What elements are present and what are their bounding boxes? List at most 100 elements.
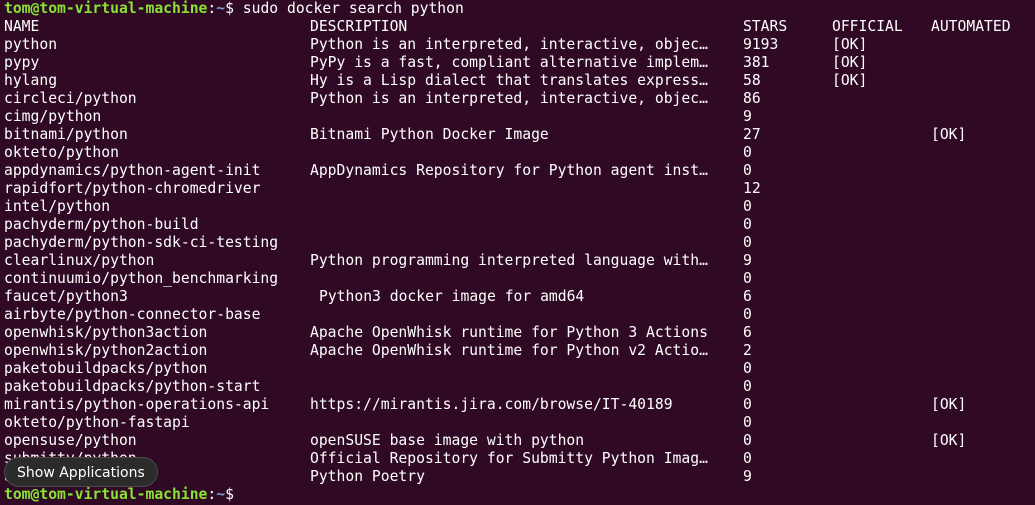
row-name: hylang <box>4 72 58 89</box>
command-prompt: tom@tom-virtual-machine:~$ sudo docker s… <box>4 0 464 18</box>
row-name: faucet/python3 <box>4 288 128 305</box>
row-stars: 0 <box>743 414 752 431</box>
row-stars: 0 <box>743 198 752 215</box>
table-row: intel/python 0 <box>0 198 1035 216</box>
table-row: bitnami/python Bitnami Python Docker Imag… <box>0 126 1035 144</box>
row-name: okteto/python <box>4 144 119 161</box>
row-stars: 6 <box>743 324 752 341</box>
table-row: openwhisk/python3action Apache OpenWhisk … <box>0 324 1035 342</box>
table-row: rapidfort/python-chromedriver 12 <box>0 180 1035 198</box>
row-name: pachyderm/python-build <box>4 216 199 233</box>
row-description: Apache OpenWhisk runtime for Python v2 A… <box>310 342 708 359</box>
row-name: appdynamics/python-agent-init <box>4 162 261 179</box>
row-name: openwhisk/python2action <box>4 342 208 359</box>
final-prompt-path: ~ <box>216 486 226 503</box>
row-description: Hy is a Lisp dialect that translates exp… <box>310 72 708 89</box>
prompt-separator: : <box>207 0 217 17</box>
row-name: intel/python <box>4 198 111 215</box>
row-description: PyPy is a fast, compliant alternative im… <box>310 54 708 71</box>
table-row: continuumio/python_benchmarking 0 <box>0 270 1035 288</box>
row-description: Official Repository for Submitty Python … <box>310 450 708 467</box>
row-stars: 0 <box>743 162 752 179</box>
prompt-user-host: tom@tom-virtual-machine <box>4 0 208 17</box>
row-description: Python3 docker image for amd64 <box>319 288 585 305</box>
row-name: paketobuildpacks/python-start <box>4 378 261 395</box>
row-stars: 0 <box>743 144 752 161</box>
row-stars: 27 <box>743 126 761 143</box>
final-prompt-separator: : <box>207 486 217 503</box>
row-stars: 0 <box>743 450 752 467</box>
row-stars: 0 <box>743 270 752 287</box>
table-row: appdynamics/python-agent-init AppDynamics… <box>0 162 1035 180</box>
table-row: cimg/python 9 <box>0 108 1035 126</box>
row-stars: 0 <box>743 234 752 251</box>
row-name: opensuse/python <box>4 432 137 449</box>
row-official: [OK] <box>832 36 868 53</box>
prompt-symbol: $ <box>225 0 234 17</box>
table-row: okteto/python-fastapi 0 <box>0 414 1035 432</box>
show-applications-tooltip: Show Applications <box>4 457 158 487</box>
row-name: okteto/python-fastapi <box>4 414 190 431</box>
row-stars: 9 <box>743 468 752 485</box>
terminal-window[interactable]: tom@tom-virtual-machine:~$ sudo docker s… <box>0 0 1035 505</box>
row-name: airbyte/python-connector-base <box>4 306 261 323</box>
row-name: paketobuildpacks/python <box>4 360 208 377</box>
table-row: python Python is an interpreted, interact… <box>0 36 1035 54</box>
row-official: [OK] <box>832 72 868 89</box>
row-stars: 58 <box>743 72 761 89</box>
row-stars: 86 <box>743 90 761 107</box>
row-name: python <box>4 36 58 53</box>
table-row: openwhisk/python2action Apache OpenWhisk … <box>0 342 1035 360</box>
row-name: clearlinux/python <box>4 252 155 269</box>
search-results: python Python is an interpreted, interact… <box>0 36 1035 486</box>
row-name: bitnami/python <box>4 126 128 143</box>
row-stars: 0 <box>743 432 752 449</box>
row-stars: 0 <box>743 396 752 413</box>
row-description: AppDynamics Repository for Python agent … <box>310 162 708 179</box>
row-description: https://mirantis.jira.com/browse/IT-4018… <box>310 396 673 413</box>
row-stars: 9 <box>743 252 752 269</box>
row-name: circleci/python <box>4 90 137 107</box>
final-prompt-symbol: $ <box>225 486 234 503</box>
row-stars: 12 <box>743 180 761 197</box>
table-row: clearlinux/python Python programming inte… <box>0 252 1035 270</box>
table-row: circleci/python Python is an interpreted,… <box>0 90 1035 108</box>
row-description: Python is an interpreted, interactive, o… <box>310 36 708 53</box>
row-automated: [OK] <box>931 396 967 413</box>
final-prompt-user-host: tom@tom-virtual-machine <box>4 486 208 503</box>
row-stars: 6 <box>743 288 752 305</box>
row-description: Apache OpenWhisk runtime for Python 3 Ac… <box>310 324 708 341</box>
table-row: airbyte/python-connector-base 0 <box>0 306 1035 324</box>
table-row: hylang Hy is a Lisp dialect that translat… <box>0 72 1035 90</box>
final-prompt: tom@tom-virtual-machine:~$ <box>4 486 234 504</box>
header-stars: STARS <box>743 18 788 35</box>
row-stars: 0 <box>743 216 752 233</box>
header-description: DESCRIPTION <box>310 18 408 35</box>
table-row: paketobuildpacks/python 0 <box>0 360 1035 378</box>
table-row: mirantis/python-operations-api https://mi… <box>0 396 1035 414</box>
row-name: rapidfort/python-chromedriver <box>4 180 261 197</box>
row-stars: 0 <box>743 360 752 377</box>
table-row: opensuse/python openSUSE base image with … <box>0 432 1035 450</box>
row-description: Bitnami Python Docker Image <box>310 126 549 143</box>
table-row: paketobuildpacks/python-start 0 <box>0 378 1035 396</box>
table-row: pypy PyPy is a fast, compliant alternativ… <box>0 54 1035 72</box>
table-row: faucet/python3 Python3 docker image for a… <box>0 288 1035 306</box>
table-header: NAME DESCRIPTION STARS OFFICIAL AUTOMATE… <box>0 18 1035 36</box>
command-text: sudo docker search python <box>233 0 464 17</box>
table-row: pachyderm/python-sdk-ci-testing 0 <box>0 234 1035 252</box>
header-official: OFFICIAL <box>832 18 903 35</box>
final-prompt-line: tom@tom-virtual-machine:~$ <box>0 486 1035 504</box>
table-row: pachyderm/python-build 0 <box>0 216 1035 234</box>
row-automated: [OK] <box>931 126 967 143</box>
row-stars: 0 <box>743 306 752 323</box>
row-name: pypy <box>4 54 40 71</box>
row-name: continuumio/python_benchmarking <box>4 270 279 287</box>
row-description: Python programming interpreted language … <box>310 252 708 269</box>
row-name: pachyderm/python-sdk-ci-testing <box>4 234 279 251</box>
header-name: NAME <box>4 18 40 35</box>
row-name: openwhisk/python3action <box>4 324 208 341</box>
row-name: mirantis/python-operations-api <box>4 396 270 413</box>
prompt-path: ~ <box>216 0 226 17</box>
row-official: [OK] <box>832 54 868 71</box>
